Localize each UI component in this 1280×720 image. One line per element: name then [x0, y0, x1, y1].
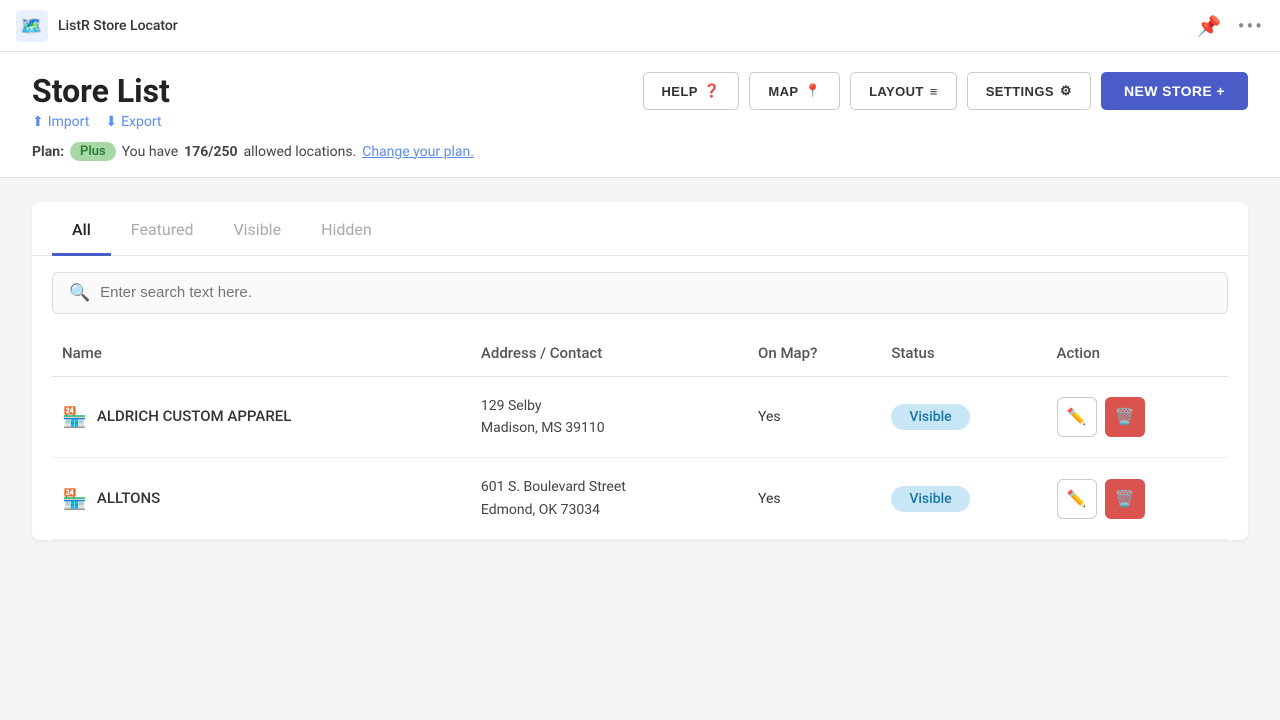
edit-button[interactable]: ✏️: [1057, 479, 1097, 519]
store-address-cell: 601 S. Boulevard Street Edmond, OK 73034: [471, 458, 748, 540]
plan-bar: Plan: Plus You have 176/250 allowed loca…: [32, 142, 1248, 161]
layout-button[interactable]: LAYOUT ≡: [850, 72, 957, 110]
store-address: 129 Selby Madison, MS 39110: [481, 395, 738, 440]
status-badge: Visible: [891, 404, 969, 430]
table-header: Name Address / Contact On Map? Status Ac…: [52, 330, 1228, 377]
tab-all[interactable]: All: [52, 202, 111, 256]
tab-visible[interactable]: Visible: [213, 202, 301, 256]
search-input[interactable]: [100, 284, 1211, 301]
new-store-button[interactable]: NEW STORE +: [1101, 72, 1248, 110]
settings-button[interactable]: SETTINGS ⚙: [967, 72, 1091, 110]
table-row: 🏪 ALLTONS 601 S. Boulevard Street Edmond…: [52, 458, 1228, 540]
plan-prefix: Plan:: [32, 144, 64, 160]
svg-text:🗺️: 🗺️: [20, 16, 42, 37]
store-name-cell: 🏪 ALLTONS: [52, 458, 471, 540]
app-title: ListR Store Locator: [58, 18, 178, 34]
store-status: Visible: [881, 376, 1046, 458]
settings-label: SETTINGS: [986, 84, 1054, 99]
store-name-wrap: 🏪 ALLTONS: [62, 487, 461, 511]
delete-button[interactable]: 🗑️: [1105, 397, 1145, 437]
map-icon: 📍: [804, 83, 821, 99]
header-actions: HELP ❓ MAP 📍 LAYOUT ≡ SETTINGS ⚙ NEW STO…: [643, 72, 1249, 110]
store-name-cell: 🏪 ALDRICH CUSTOM APPAREL: [52, 376, 471, 458]
edit-button[interactable]: ✏️: [1057, 397, 1097, 437]
search-wrap: 🔍: [52, 272, 1228, 314]
help-button[interactable]: HELP ❓: [643, 72, 740, 110]
search-icon: 🔍: [69, 283, 90, 303]
search-area: 🔍: [32, 256, 1248, 330]
change-plan-link[interactable]: Change your plan.: [362, 144, 474, 160]
app-logo: 🗺️: [16, 10, 48, 42]
header-links: ⬆ Import ⬇ Export: [32, 114, 1248, 130]
status-badge: Visible: [891, 486, 969, 512]
store-actions: ✏️ 🗑️: [1047, 458, 1228, 540]
new-store-label: NEW STORE +: [1124, 83, 1225, 99]
map-label: MAP: [768, 84, 798, 99]
plan-text-after: allowed locations.: [244, 144, 357, 160]
store-onmap: Yes: [748, 458, 881, 540]
header: Store List HELP ❓ MAP 📍 LAYOUT ≡ SETTING…: [0, 52, 1280, 178]
plan-badge: Plus: [70, 142, 116, 161]
store-address-cell: 129 Selby Madison, MS 39110: [471, 376, 748, 458]
action-buttons: ✏️ 🗑️: [1057, 479, 1218, 519]
table-wrap: Name Address / Contact On Map? Status Ac…: [32, 330, 1248, 541]
action-buttons: ✏️ 🗑️: [1057, 397, 1218, 437]
store-name: ALDRICH CUSTOM APPAREL: [97, 406, 291, 427]
delete-button[interactable]: 🗑️: [1105, 479, 1145, 519]
more-icon[interactable]: •••: [1238, 14, 1264, 38]
page-title: Store List: [32, 72, 170, 110]
store-table: Name Address / Contact On Map? Status Ac…: [52, 330, 1228, 541]
store-icon: 🏪: [62, 487, 87, 511]
store-icon: 🏪: [62, 405, 87, 429]
store-address: 601 S. Boulevard Street Edmond, OK 73034: [481, 476, 738, 521]
col-name: Name: [52, 330, 471, 377]
col-action: Action: [1047, 330, 1228, 377]
main-content: All Featured Visible Hidden 🔍 Name Addre…: [0, 178, 1280, 564]
table-body: 🏪 ALDRICH CUSTOM APPAREL 129 Selby Madis…: [52, 376, 1228, 540]
layout-label: LAYOUT: [869, 84, 924, 99]
store-name-wrap: 🏪 ALDRICH CUSTOM APPAREL: [62, 405, 461, 429]
map-button[interactable]: MAP 📍: [749, 72, 840, 110]
topbar-right: 📌 •••: [1197, 14, 1264, 38]
col-onmap: On Map?: [748, 330, 881, 377]
plan-text-before: You have: [122, 144, 178, 160]
help-icon: ❓: [704, 83, 721, 99]
export-icon: ⬇: [105, 114, 117, 130]
tab-featured[interactable]: Featured: [111, 202, 214, 256]
header-top: Store List HELP ❓ MAP 📍 LAYOUT ≡ SETTING…: [32, 72, 1248, 110]
tabs: All Featured Visible Hidden: [32, 202, 1248, 256]
store-status: Visible: [881, 458, 1046, 540]
import-icon: ⬆: [32, 114, 44, 130]
plan-count: 176/250: [184, 144, 237, 160]
content-card: All Featured Visible Hidden 🔍 Name Addre…: [32, 202, 1248, 540]
layout-icon: ≡: [930, 84, 938, 99]
tab-hidden[interactable]: Hidden: [301, 202, 392, 256]
topbar-left: 🗺️ ListR Store Locator: [16, 10, 178, 42]
export-link[interactable]: ⬇ Export: [105, 114, 161, 130]
import-link[interactable]: ⬆ Import: [32, 114, 89, 130]
col-address: Address / Contact: [471, 330, 748, 377]
table-row: 🏪 ALDRICH CUSTOM APPAREL 129 Selby Madis…: [52, 376, 1228, 458]
col-status: Status: [881, 330, 1046, 377]
help-label: HELP: [662, 84, 698, 99]
store-name: ALLTONS: [97, 488, 160, 509]
pin-icon[interactable]: 📌: [1197, 14, 1222, 38]
store-actions: ✏️ 🗑️: [1047, 376, 1228, 458]
store-onmap: Yes: [748, 376, 881, 458]
topbar: 🗺️ ListR Store Locator 📌 •••: [0, 0, 1280, 52]
settings-icon: ⚙: [1060, 83, 1072, 99]
